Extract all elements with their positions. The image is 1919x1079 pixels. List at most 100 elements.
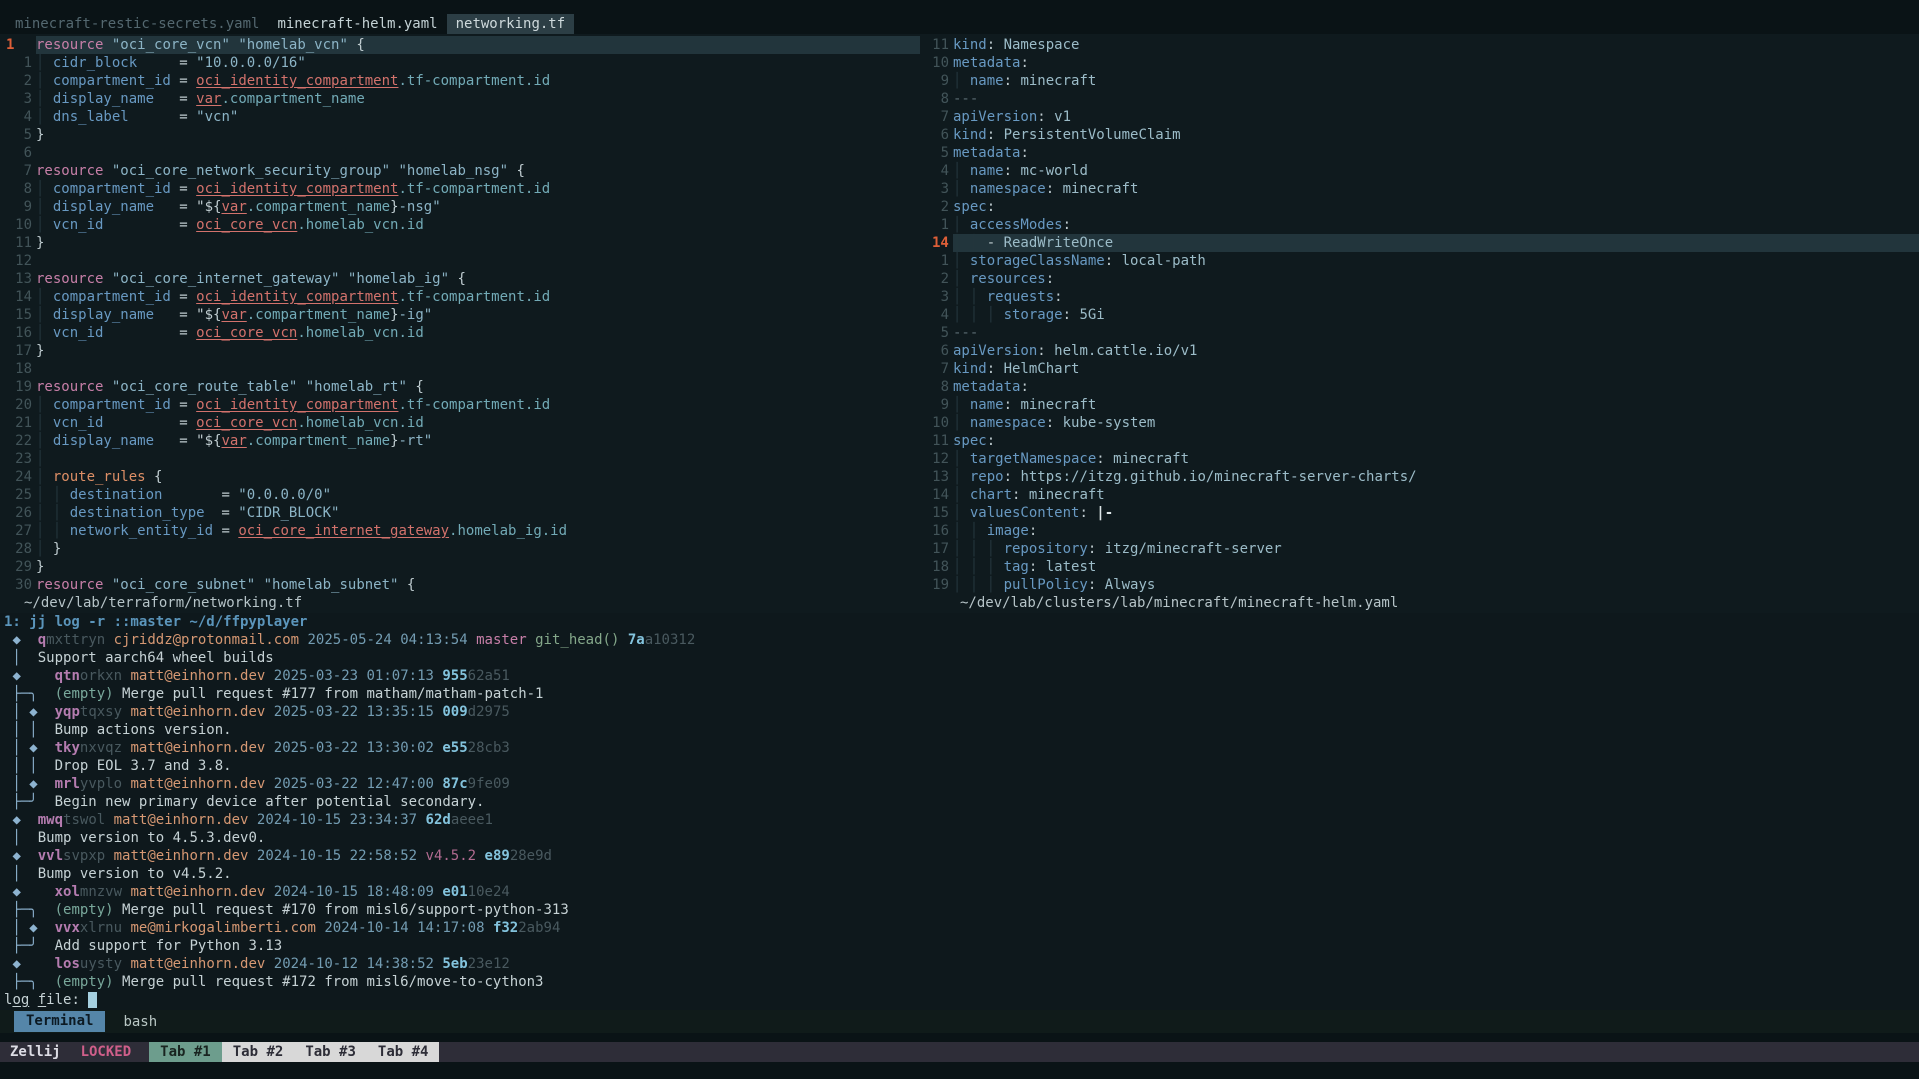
buffer-tab-minecraft-helm-yaml[interactable]: minecraft-helm.yaml: [268, 14, 446, 34]
terminal-pane[interactable]: 1: jj log -r ::master ~/d/ffpyplayer ◆ q…: [0, 613, 1919, 1010]
code-line[interactable]: 6: [0, 144, 920, 162]
code-line[interactable]: 18│ │ │ tag: latest: [926, 558, 1919, 576]
code-line[interactable]: 28│ }: [0, 540, 920, 558]
zellij-tab-Tab-1[interactable]: Tab #1: [149, 1042, 222, 1062]
code-line[interactable]: 15│ valuesContent: |-: [926, 504, 1919, 522]
text-segment: }: [390, 433, 398, 449]
text-segment: .compartment_name: [247, 199, 390, 215]
code-line[interactable]: 4│ dns_label = "vcn": [0, 108, 920, 126]
text-segment: [21, 632, 38, 648]
code-line[interactable]: 30resource "oci_core_subnet" "homelab_su…: [0, 576, 920, 594]
code-line[interactable]: 8│ compartment_id = oci_identity_compart…: [0, 180, 920, 198]
code-line[interactable]: 1│ storageClassName: local-path: [926, 252, 1919, 270]
code-line[interactable]: 11spec:: [926, 432, 1919, 450]
code-line[interactable]: 5---: [926, 324, 1919, 342]
code-line[interactable]: 2│ compartment_id = oci_identity_compart…: [0, 72, 920, 90]
pane-tab-terminal[interactable]: Terminal: [14, 1011, 105, 1032]
code-line[interactable]: 6apiVersion: helm.cattle.io/v1: [926, 342, 1919, 360]
code-line[interactable]: 18: [0, 360, 920, 378]
zellij-tab-Tab-2[interactable]: Tab #2: [222, 1042, 295, 1062]
text-segment: a10312: [645, 632, 696, 648]
code-line[interactable]: 2│ resources:: [926, 270, 1919, 288]
code-line[interactable]: 29}: [0, 558, 920, 576]
pane-tab-bash[interactable]: bash: [123, 1014, 157, 1030]
code-line[interactable]: 5}: [0, 126, 920, 144]
code-line[interactable]: 8---: [926, 90, 1919, 108]
code-line[interactable]: 10metadata:: [926, 54, 1919, 72]
text-segment: [255, 577, 263, 593]
code-line[interactable]: 17}: [0, 342, 920, 360]
code-line[interactable]: 2spec:: [926, 198, 1919, 216]
code-line[interactable]: 24│ route_rules {: [0, 468, 920, 486]
code-line[interactable]: 5metadata:: [926, 144, 1919, 162]
code-text: │ vcn_id = oci_core_vcn.homelab_vcn.id: [36, 324, 920, 342]
code-line[interactable]: 9│ name: minecraft: [926, 396, 1919, 414]
code-line[interactable]: 15│ display_name = "${var.compartment_na…: [0, 306, 920, 324]
text-segment: -ig": [399, 307, 433, 323]
editor-pane-networking-tf[interactable]: 1resource "oci_core_vcn" "homelab_vcn" {…: [0, 36, 920, 612]
code-text: │ display_name = "${var.compartment_name…: [36, 306, 920, 324]
code-line[interactable]: 16│ vcn_id = oci_core_vcn.homelab_vcn.id: [0, 324, 920, 342]
text-segment: │ ◆: [12, 704, 37, 720]
code-line[interactable]: 1│ accessModes:: [926, 216, 1919, 234]
code-text: [36, 360, 920, 378]
code-line[interactable]: 9│ display_name = "${var.compartment_nam…: [0, 198, 920, 216]
text-segment: Bump actions version.: [55, 722, 232, 738]
code-line[interactable]: 26│ │ destination_type = "CIDR_BLOCK": [0, 504, 920, 522]
code-line[interactable]: 7resource "oci_core_network_security_gro…: [0, 162, 920, 180]
zellij-tab-Tab-3[interactable]: Tab #3: [294, 1042, 367, 1062]
code-line[interactable]: 16│ │ image:: [926, 522, 1919, 540]
code-line[interactable]: 27│ │ network_entity_id = oci_core_inter…: [0, 522, 920, 540]
code-line[interactable]: 11}: [0, 234, 920, 252]
code-line[interactable]: 12: [0, 252, 920, 270]
code-line[interactable]: 8metadata:: [926, 378, 1919, 396]
code-line[interactable]: 4│ name: mc-world: [926, 162, 1919, 180]
code-line[interactable]: 21│ vcn_id = oci_core_vcn.homelab_vcn.id: [0, 414, 920, 432]
code-area-left[interactable]: 1resource "oci_core_vcn" "homelab_vcn" {…: [0, 36, 920, 594]
code-line[interactable]: 23│: [0, 450, 920, 468]
code-line[interactable]: 20│ compartment_id = oci_identity_compar…: [0, 396, 920, 414]
text-segment: =: [162, 487, 238, 503]
code-line[interactable]: 3│ │ requests:: [926, 288, 1919, 306]
code-line[interactable]: 13│ repo: https://itzg.github.io/minecra…: [926, 468, 1919, 486]
code-line[interactable]: 14│ compartment_id = oci_identity_compar…: [0, 288, 920, 306]
code-line[interactable]: 10│ vcn_id = oci_core_vcn.homelab_vcn.id: [0, 216, 920, 234]
text-segment: display_name: [53, 91, 154, 107]
code-line[interactable]: 6kind: PersistentVolumeClaim: [926, 126, 1919, 144]
text-segment: Drop EOL 3.7 and 3.8.: [55, 758, 232, 774]
line-number: 10: [6, 216, 32, 234]
code-line[interactable]: 10│ namespace: kube-system: [926, 414, 1919, 432]
buffer-tab-networking-tf[interactable]: networking.tf: [447, 14, 575, 34]
code-line[interactable]: 22│ display_name = "${var.compartment_na…: [0, 432, 920, 450]
code-line[interactable]: 3│ display_name = var.compartment_name: [0, 90, 920, 108]
editor-pane-minecraft-helm-yaml[interactable]: 11kind: Namespace10metadata:9│ name: min…: [926, 36, 1919, 612]
zellij-tab-Tab-4[interactable]: Tab #4: [367, 1042, 440, 1062]
code-text: │ vcn_id = oci_core_vcn.homelab_vcn.id: [36, 216, 920, 234]
code-line-current[interactable]: 14│ │ - ReadWriteOnce: [926, 234, 1919, 252]
code-area-right[interactable]: 11kind: Namespace10metadata:9│ name: min…: [926, 36, 1919, 594]
text-segment: .homelab_vcn.id: [297, 217, 423, 233]
statusline-right-path: ~/dev/lab/clusters/lab/minecraft/minecra…: [926, 594, 1919, 612]
text-segment: │: [953, 271, 970, 287]
code-line[interactable]: 13resource "oci_core_internet_gateway" "…: [0, 270, 920, 288]
code-line-current[interactable]: 1resource "oci_core_vcn" "homelab_vcn" {: [0, 36, 920, 54]
code-line[interactable]: 19resource "oci_core_route_table" "homel…: [0, 378, 920, 396]
code-text: apiVersion: helm.cattle.io/v1: [953, 342, 1919, 360]
code-line[interactable]: 9│ name: minecraft: [926, 72, 1919, 90]
code-line[interactable]: 14│ chart: minecraft: [926, 486, 1919, 504]
text-segment: │: [36, 397, 53, 413]
code-line[interactable]: 11kind: Namespace: [926, 36, 1919, 54]
text-segment: │: [36, 307, 53, 323]
buffer-tab-minecraft-restic-secrets-yaml[interactable]: minecraft-restic-secrets.yaml: [6, 14, 268, 34]
code-line[interactable]: 1│ cidr_block = "10.0.0.0/16": [0, 54, 920, 72]
code-line[interactable]: 17│ │ │ repository: itzg/minecraft-serve…: [926, 540, 1919, 558]
code-line[interactable]: 19│ │ │ pullPolicy: Always: [926, 576, 1919, 594]
text-segment: :: [987, 433, 995, 449]
code-line[interactable]: 25│ │ destination = "0.0.0.0/0": [0, 486, 920, 504]
code-line[interactable]: 7kind: HelmChart: [926, 360, 1919, 378]
code-line[interactable]: 3│ namespace: minecraft: [926, 180, 1919, 198]
code-line[interactable]: 12│ targetNamespace: minecraft: [926, 450, 1919, 468]
code-line[interactable]: 4│ │ │ storage: 5Gi: [926, 306, 1919, 324]
code-text: │ compartment_id = oci_identity_compartm…: [36, 288, 920, 306]
code-line[interactable]: 7apiVersion: v1: [926, 108, 1919, 126]
